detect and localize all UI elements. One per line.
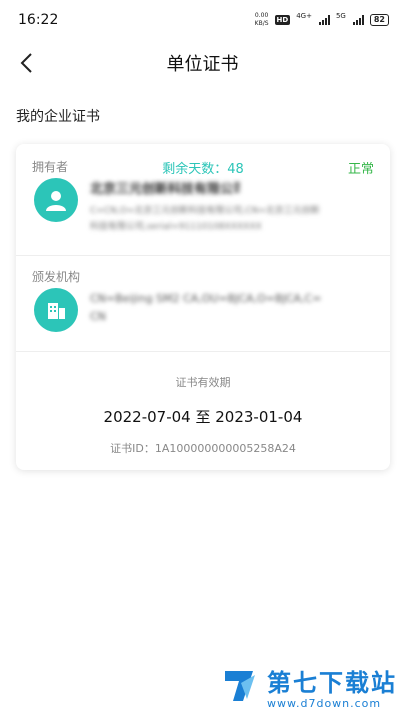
watermark: 第七下载站 www.d7down.com xyxy=(221,669,397,710)
signal-icon-2 xyxy=(352,15,364,25)
network-type-2: 5G xyxy=(335,12,346,20)
signal-icon xyxy=(318,15,330,25)
issuer-line2: CN xyxy=(90,310,106,323)
issuer-row: 颁发机构 CN=Beijing SM2 CA,OU=BJCA,O=BJCA,C=… xyxy=(16,256,390,352)
remaining-days: 剩余天数：48 xyxy=(162,162,244,177)
issuer-line1: CN=Beijing SM2 CA,OU=BJCA,O=BJCA,C= xyxy=(90,292,322,305)
net-speed-unit: KB/S xyxy=(254,20,269,27)
cert-id: 证书ID：1A100000000005258A24 xyxy=(110,442,296,455)
person-icon xyxy=(46,191,66,211)
status-icons: 0.00 KB/S HD 4G+ 5G 82 xyxy=(255,12,389,28)
section-title: 我的企业证书 xyxy=(16,109,100,125)
watermark-title: 第七下载站 xyxy=(267,669,397,697)
nav-bar: 单位证书 xyxy=(0,40,405,86)
net-speed-value: 0.00 xyxy=(254,12,269,19)
watermark-logo-icon xyxy=(225,671,255,701)
avatar xyxy=(34,178,78,222)
hd-icon: HD xyxy=(274,15,291,25)
validity-range: 2022-07-04 至 2023-01-04 xyxy=(103,408,303,426)
status-time: 16:22 xyxy=(18,12,59,28)
back-button[interactable] xyxy=(14,50,40,76)
issuer-label: 颁发机构 xyxy=(32,270,81,284)
owner-name: 北京三元创新科技有限公司 xyxy=(90,182,240,197)
battery-icon: 82 xyxy=(369,14,389,26)
building-icon xyxy=(48,303,65,319)
validity-label: 证书有效期 xyxy=(175,376,231,389)
watermark-url: www.d7down.com xyxy=(267,697,382,710)
page-title: 单位证书 xyxy=(166,54,239,75)
validity-row: 证书有效期 2022-07-04 至 2023-01-04 证书ID：1A100… xyxy=(16,352,390,470)
issuer-avatar xyxy=(34,288,78,332)
owner-dn-line1: C=CN,O=北京三元创新科技有限公司,CN=北京三元创新 xyxy=(90,206,320,216)
owner-dn-line2: 科技有限公司,serial=91110108XXXXXX xyxy=(90,222,262,232)
owner-row: 拥有者 剩余天数：48 正常 北京三元创新科技有限公司 C=CN,O=北京三元创… xyxy=(16,144,390,256)
network-type-1: 4G+ xyxy=(296,12,312,20)
certificate-card[interactable]: 拥有者 剩余天数：48 正常 北京三元创新科技有限公司 C=CN,O=北京三元创… xyxy=(16,144,390,470)
status-badge: 正常 xyxy=(347,162,374,177)
status-bar: 16:22 0.00 KB/S HD 4G+ 5G 82 xyxy=(0,0,405,40)
net-speed: 0.00 KB/S xyxy=(255,12,269,28)
chevron-left-icon xyxy=(20,53,32,73)
